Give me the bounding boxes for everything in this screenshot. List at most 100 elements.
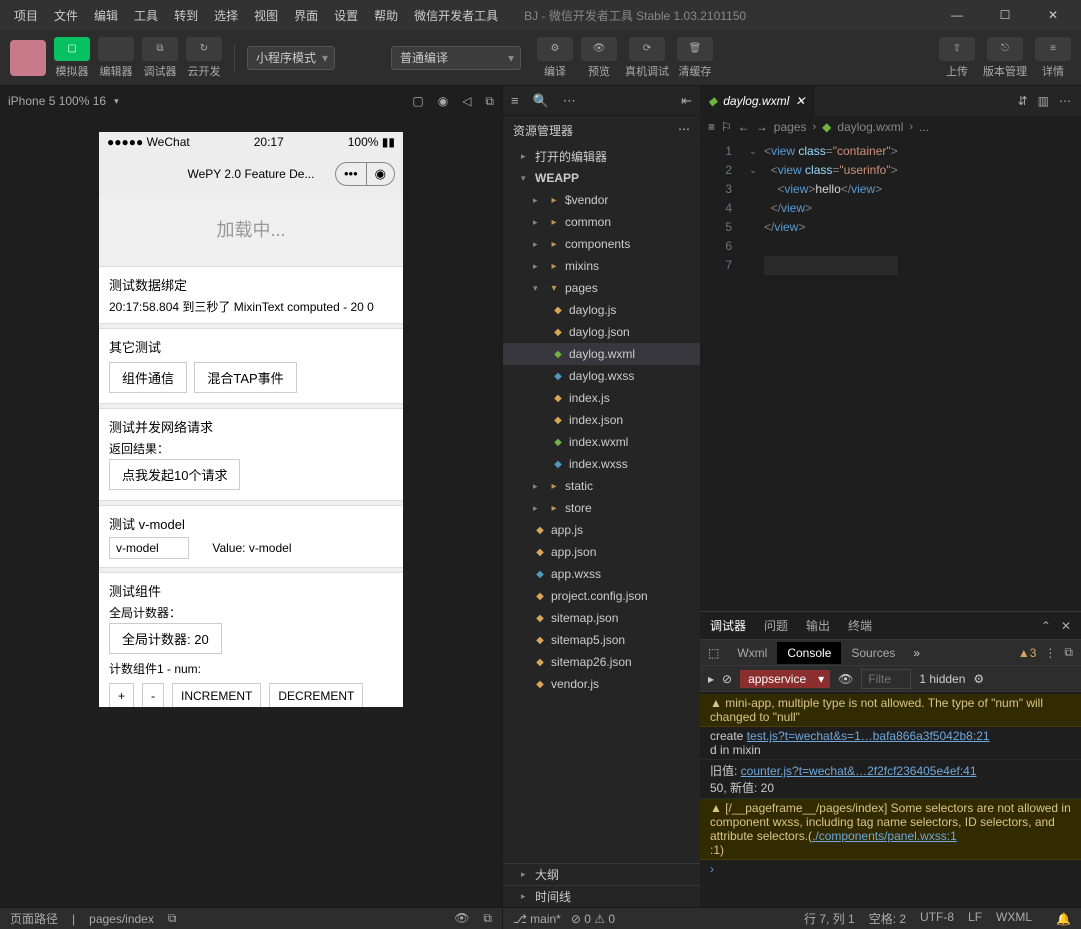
device-icon[interactable]: ▢ xyxy=(412,94,423,108)
dbgtab-输出[interactable]: 输出 xyxy=(806,617,830,634)
close-tab-icon[interactable]: ✕ xyxy=(795,94,805,108)
code-editor[interactable]: 1234567 ⌄⌄ <view class="container"> <vie… xyxy=(700,138,1081,611)
menu-工具[interactable]: 工具 xyxy=(128,3,164,28)
minimize-button[interactable]: — xyxy=(937,1,977,29)
close-button[interactable]: ✕ xyxy=(1033,1,1073,29)
folder-components[interactable]: ▸▸components xyxy=(503,233,700,255)
btn-send-requests[interactable]: 点我发起10个请求 xyxy=(109,459,240,490)
settings-icon[interactable]: ⚙ xyxy=(973,672,984,686)
file-index.wxss[interactable]: ◆index.wxss xyxy=(503,453,700,475)
split-icon[interactable]: ▥ xyxy=(1038,94,1049,108)
filter-input[interactable] xyxy=(861,669,911,689)
devtools-menu-icon[interactable]: ⋮ xyxy=(1044,646,1056,660)
hidden-count[interactable]: 1 hidden xyxy=(919,672,965,686)
record-icon[interactable]: ◉ xyxy=(438,94,448,108)
mode-select[interactable]: 小程序模式 xyxy=(247,46,335,70)
status-WXML[interactable]: WXML xyxy=(996,910,1032,927)
collapse-icon[interactable]: ⇤ xyxy=(681,93,692,109)
devtab-wxml[interactable]: Wxml xyxy=(727,642,777,664)
problems-count[interactable]: ⊘ 0 ⚠ 0 xyxy=(571,912,615,926)
file-tree[interactable]: ▸打开的编辑器▾WEAPP▸▸$vendor▸▸common▸▸componen… xyxy=(503,145,700,863)
file-daylog.json[interactable]: ◆daylog.json xyxy=(503,321,700,343)
file-sitemap5.json[interactable]: ◆sitemap5.json xyxy=(503,629,700,651)
btn-mixin-tap[interactable]: 混合TAP事件 xyxy=(194,362,296,393)
branch[interactable]: ⎇ main* xyxy=(513,912,561,926)
console-prompt[interactable]: › xyxy=(700,860,1081,878)
file-project.config.json[interactable]: ◆project.config.json xyxy=(503,585,700,607)
compile-select[interactable]: 普通编译 xyxy=(391,46,521,70)
file-index.js[interactable]: ◆index.js xyxy=(503,387,700,409)
compare-icon[interactable]: ⇵ xyxy=(1018,94,1028,108)
file-sitemap.json[interactable]: ◆sitemap.json xyxy=(503,607,700,629)
menu-项目[interactable]: 项目 xyxy=(8,3,44,28)
capsule[interactable]: •••◉ xyxy=(335,162,395,186)
eye-icon[interactable]: 👁 xyxy=(454,911,469,926)
console-output[interactable]: ▲ mini-app, multiple type is not allowed… xyxy=(700,692,1081,907)
file-app.wxss[interactable]: ◆app.wxss xyxy=(503,563,700,585)
tb-上传[interactable]: ⇧上传 xyxy=(939,37,975,79)
mute-icon[interactable]: ◁ xyxy=(462,94,471,108)
file-store[interactable]: ▸▸store xyxy=(503,497,700,519)
tb-清缓存[interactable]: 🗑清缓存 xyxy=(677,37,713,79)
dock-devtools-icon[interactable]: ⧉ xyxy=(1064,645,1073,660)
avatar[interactable] xyxy=(10,40,46,76)
status-LF[interactable]: LF xyxy=(968,910,982,927)
file-daylog.wxss[interactable]: ◆daylog.wxss xyxy=(503,365,700,387)
devtab-sources[interactable]: Sources xyxy=(841,642,905,664)
bell-icon[interactable]: 🔔 xyxy=(1056,912,1071,926)
btn-INCREMENT[interactable]: INCREMENT xyxy=(172,683,261,707)
folder-common[interactable]: ▸▸common xyxy=(503,211,700,233)
tab-daylog-wxml[interactable]: ◆ daylog.wxml ✕ xyxy=(700,86,814,116)
file-static[interactable]: ▸▸static xyxy=(503,475,700,497)
status-行 7, 列 1[interactable]: 行 7, 列 1 xyxy=(804,910,855,927)
search-icon[interactable]: 🔍 xyxy=(533,93,549,109)
list-icon[interactable]: ≡ xyxy=(708,120,715,134)
chevron-up-icon[interactable]: ⌃ xyxy=(1041,619,1051,633)
status-UTF-8[interactable]: UTF-8 xyxy=(920,910,954,927)
tb-版本管理[interactable]: ⎋版本管理 xyxy=(983,37,1027,79)
menu-界面[interactable]: 界面 xyxy=(288,3,324,28)
menu-视图[interactable]: 视图 xyxy=(248,3,284,28)
toggle-sidebar-icon[interactable]: ▸ xyxy=(708,672,714,686)
menu-编辑[interactable]: 编辑 xyxy=(88,3,124,28)
back-icon[interactable]: ← xyxy=(738,120,750,134)
close-debugger-icon[interactable]: ✕ xyxy=(1061,619,1071,633)
warning-badge[interactable]: ▲3 xyxy=(1018,646,1037,660)
menu-设置[interactable]: 设置 xyxy=(328,3,364,28)
phone-content[interactable]: 加载中... 测试数据绑定 20:17:58.804 到三秒了 MixinTex… xyxy=(99,196,403,707)
tb-调试器[interactable]: ⧉调试器 xyxy=(142,37,178,79)
file-app.json[interactable]: ◆app.json xyxy=(503,541,700,563)
tb-编辑器[interactable]: 编辑器 xyxy=(98,37,134,79)
maximize-button[interactable]: ☐ xyxy=(985,1,1025,29)
outline-section[interactable]: ▸大纲 xyxy=(503,863,700,885)
dbgtab-调试器[interactable]: 调试器 xyxy=(710,617,746,634)
eye-filter-icon[interactable]: 👁 xyxy=(838,672,853,686)
dock-icon[interactable]: ⧉ xyxy=(483,911,492,926)
forward-icon[interactable]: → xyxy=(756,120,768,134)
menu-微信开发者工具[interactable]: 微信开发者工具 xyxy=(408,3,504,28)
menu-转到[interactable]: 转到 xyxy=(168,3,204,28)
status-空格: 2[interactable]: 空格: 2 xyxy=(869,910,906,927)
tb-真机调试[interactable]: ⟳真机调试 xyxy=(625,37,669,79)
file-sitemap26.json[interactable]: ◆sitemap26.json xyxy=(503,651,700,673)
root-folder[interactable]: ▾WEAPP xyxy=(503,167,700,189)
breadcrumb[interactable]: ≡ ⚐ ← → pages › ◆ daylog.wxml › ... xyxy=(700,116,1081,138)
device-label[interactable]: iPhone 5 100% 16 xyxy=(8,94,106,108)
tb-模拟器[interactable]: ▢模拟器 xyxy=(54,37,90,79)
file-index.wxml[interactable]: ◆index.wxml xyxy=(503,431,700,453)
file-daylog.js[interactable]: ◆daylog.js xyxy=(503,299,700,321)
inspect-icon[interactable]: ⬚ xyxy=(700,646,727,660)
devtab-console[interactable]: Console xyxy=(777,642,841,664)
btn--[interactable]: - xyxy=(142,683,164,707)
more-editor-icon[interactable]: ⋯ xyxy=(1059,94,1071,108)
btn-DECREMENT[interactable]: DECREMENT xyxy=(269,683,363,707)
btn-global-counter[interactable]: 全局计数器: 20 xyxy=(109,623,222,654)
more-devtabs-icon[interactable]: » xyxy=(905,646,928,660)
page-path[interactable]: pages/index xyxy=(89,912,154,926)
file-app.js[interactable]: ◆app.js xyxy=(503,519,700,541)
file-daylog.wxml[interactable]: ◆daylog.wxml xyxy=(503,343,700,365)
tb-预览[interactable]: 👁预览 xyxy=(581,37,617,79)
copy-path-icon[interactable]: ⧉ xyxy=(168,911,177,926)
folder-pages[interactable]: ▾▾pages xyxy=(503,277,700,299)
file-vendor.js[interactable]: ◆vendor.js xyxy=(503,673,700,695)
